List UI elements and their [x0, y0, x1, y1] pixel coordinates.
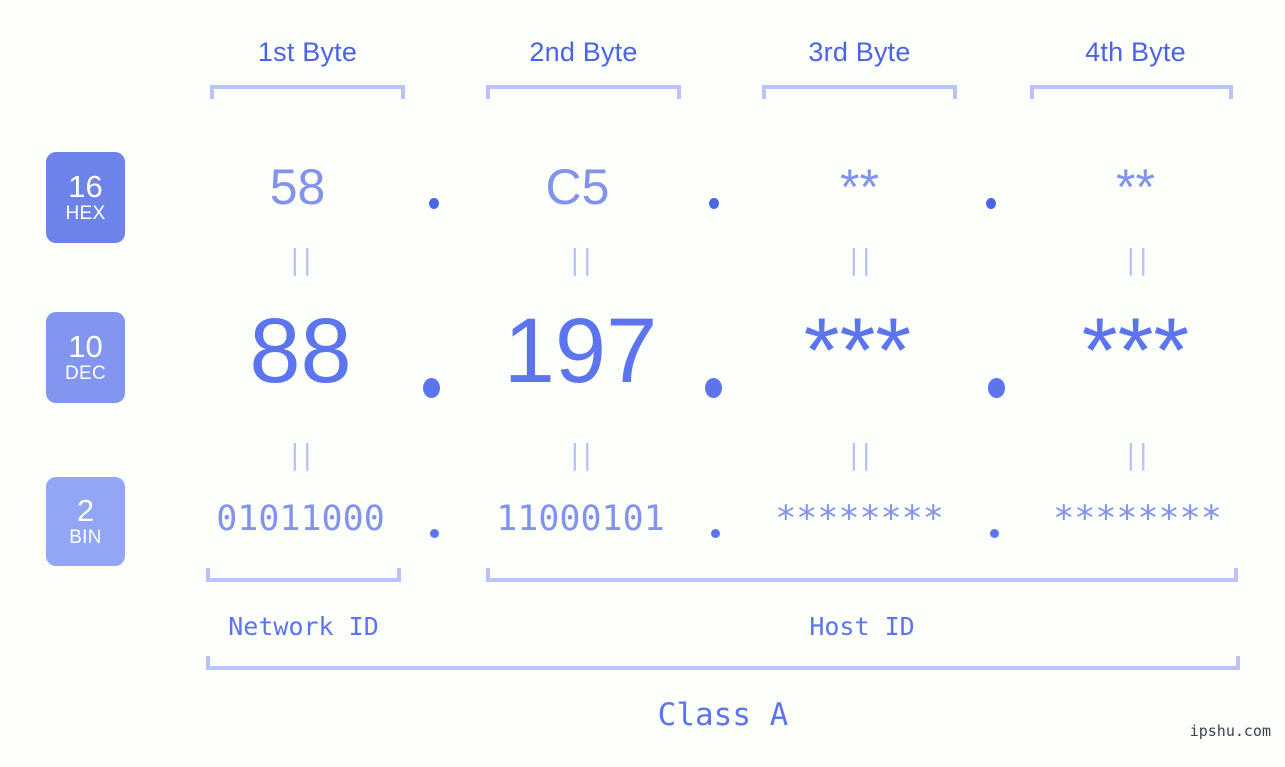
- bin-separator-dot-2: [711, 529, 720, 538]
- hex-separator-dot-3: [986, 198, 996, 209]
- equals-mark-hex-dec-4: ||: [1126, 243, 1151, 276]
- network-id-caption: Network ID: [228, 612, 379, 641]
- hex-separator-dot-1: [429, 198, 439, 209]
- dec-separator-dot-2: [705, 378, 722, 398]
- hex-byte-2: C5: [545, 159, 610, 215]
- equals-mark-hex-dec-3: ||: [849, 243, 874, 276]
- bin-byte-3: ********: [775, 499, 944, 539]
- host-id-bracket: [486, 568, 1238, 582]
- byte-header-4: 4th Byte: [1085, 37, 1186, 67]
- dec-byte-3: ***: [803, 300, 912, 402]
- radix-badge-hex-name: HEX: [65, 203, 106, 224]
- radix-badge-bin: 2 BIN: [46, 477, 125, 566]
- byte-bracket-2: [486, 85, 681, 99]
- class-caption: Class A: [657, 697, 789, 733]
- host-id-caption: Host ID: [809, 612, 915, 641]
- dec-byte-4: ***: [1081, 300, 1190, 402]
- equals-mark-hex-dec-1: ||: [290, 243, 315, 276]
- hex-separator-dot-2: [709, 198, 719, 209]
- bin-byte-2: 11000101: [496, 499, 665, 539]
- equals-mark-dec-bin-2: ||: [570, 438, 595, 471]
- bin-byte-1: 01011000: [216, 499, 385, 539]
- radix-badge-hex: 16 HEX: [46, 152, 125, 243]
- byte-bracket-1: [210, 85, 405, 99]
- byte-bracket-4: [1030, 85, 1233, 99]
- radix-badge-bin-base: 2: [76, 493, 95, 528]
- byte-header-1: 1st Byte: [257, 37, 358, 67]
- equals-mark-dec-bin-3: ||: [849, 438, 874, 471]
- network-id-bracket: [206, 568, 401, 582]
- byte-header-2: 2nd Byte: [529, 37, 638, 67]
- hex-byte-1: 58: [269, 159, 326, 215]
- bin-separator-dot-1: [430, 529, 439, 538]
- dec-separator-dot-1: [423, 378, 440, 398]
- ip-address-breakdown-diagram: 1st Byte 2nd Byte 3rd Byte 4th Byte 16 H…: [0, 0, 1285, 767]
- radix-badge-hex-base: 16: [68, 169, 103, 204]
- dec-byte-2: 197: [503, 300, 658, 402]
- dec-separator-dot-3: [988, 378, 1005, 398]
- byte-bracket-3: [762, 85, 957, 99]
- site-watermark: ipshu.com: [1189, 722, 1271, 740]
- hex-byte-4: **: [1116, 159, 1155, 215]
- radix-badge-bin-name: BIN: [69, 527, 102, 548]
- byte-header-3: 3rd Byte: [808, 37, 911, 67]
- radix-badge-dec: 10 DEC: [46, 312, 125, 403]
- hex-byte-3: **: [840, 159, 879, 215]
- equals-mark-dec-bin-4: ||: [1126, 438, 1151, 471]
- dec-byte-1: 88: [249, 300, 352, 402]
- bin-separator-dot-3: [990, 529, 999, 538]
- radix-badge-dec-base: 10: [68, 329, 103, 364]
- equals-mark-dec-bin-1: ||: [290, 438, 315, 471]
- equals-mark-hex-dec-2: ||: [570, 243, 595, 276]
- radix-badge-dec-name: DEC: [64, 363, 106, 384]
- class-bracket: [206, 656, 1240, 670]
- bin-byte-4: ********: [1053, 499, 1222, 539]
